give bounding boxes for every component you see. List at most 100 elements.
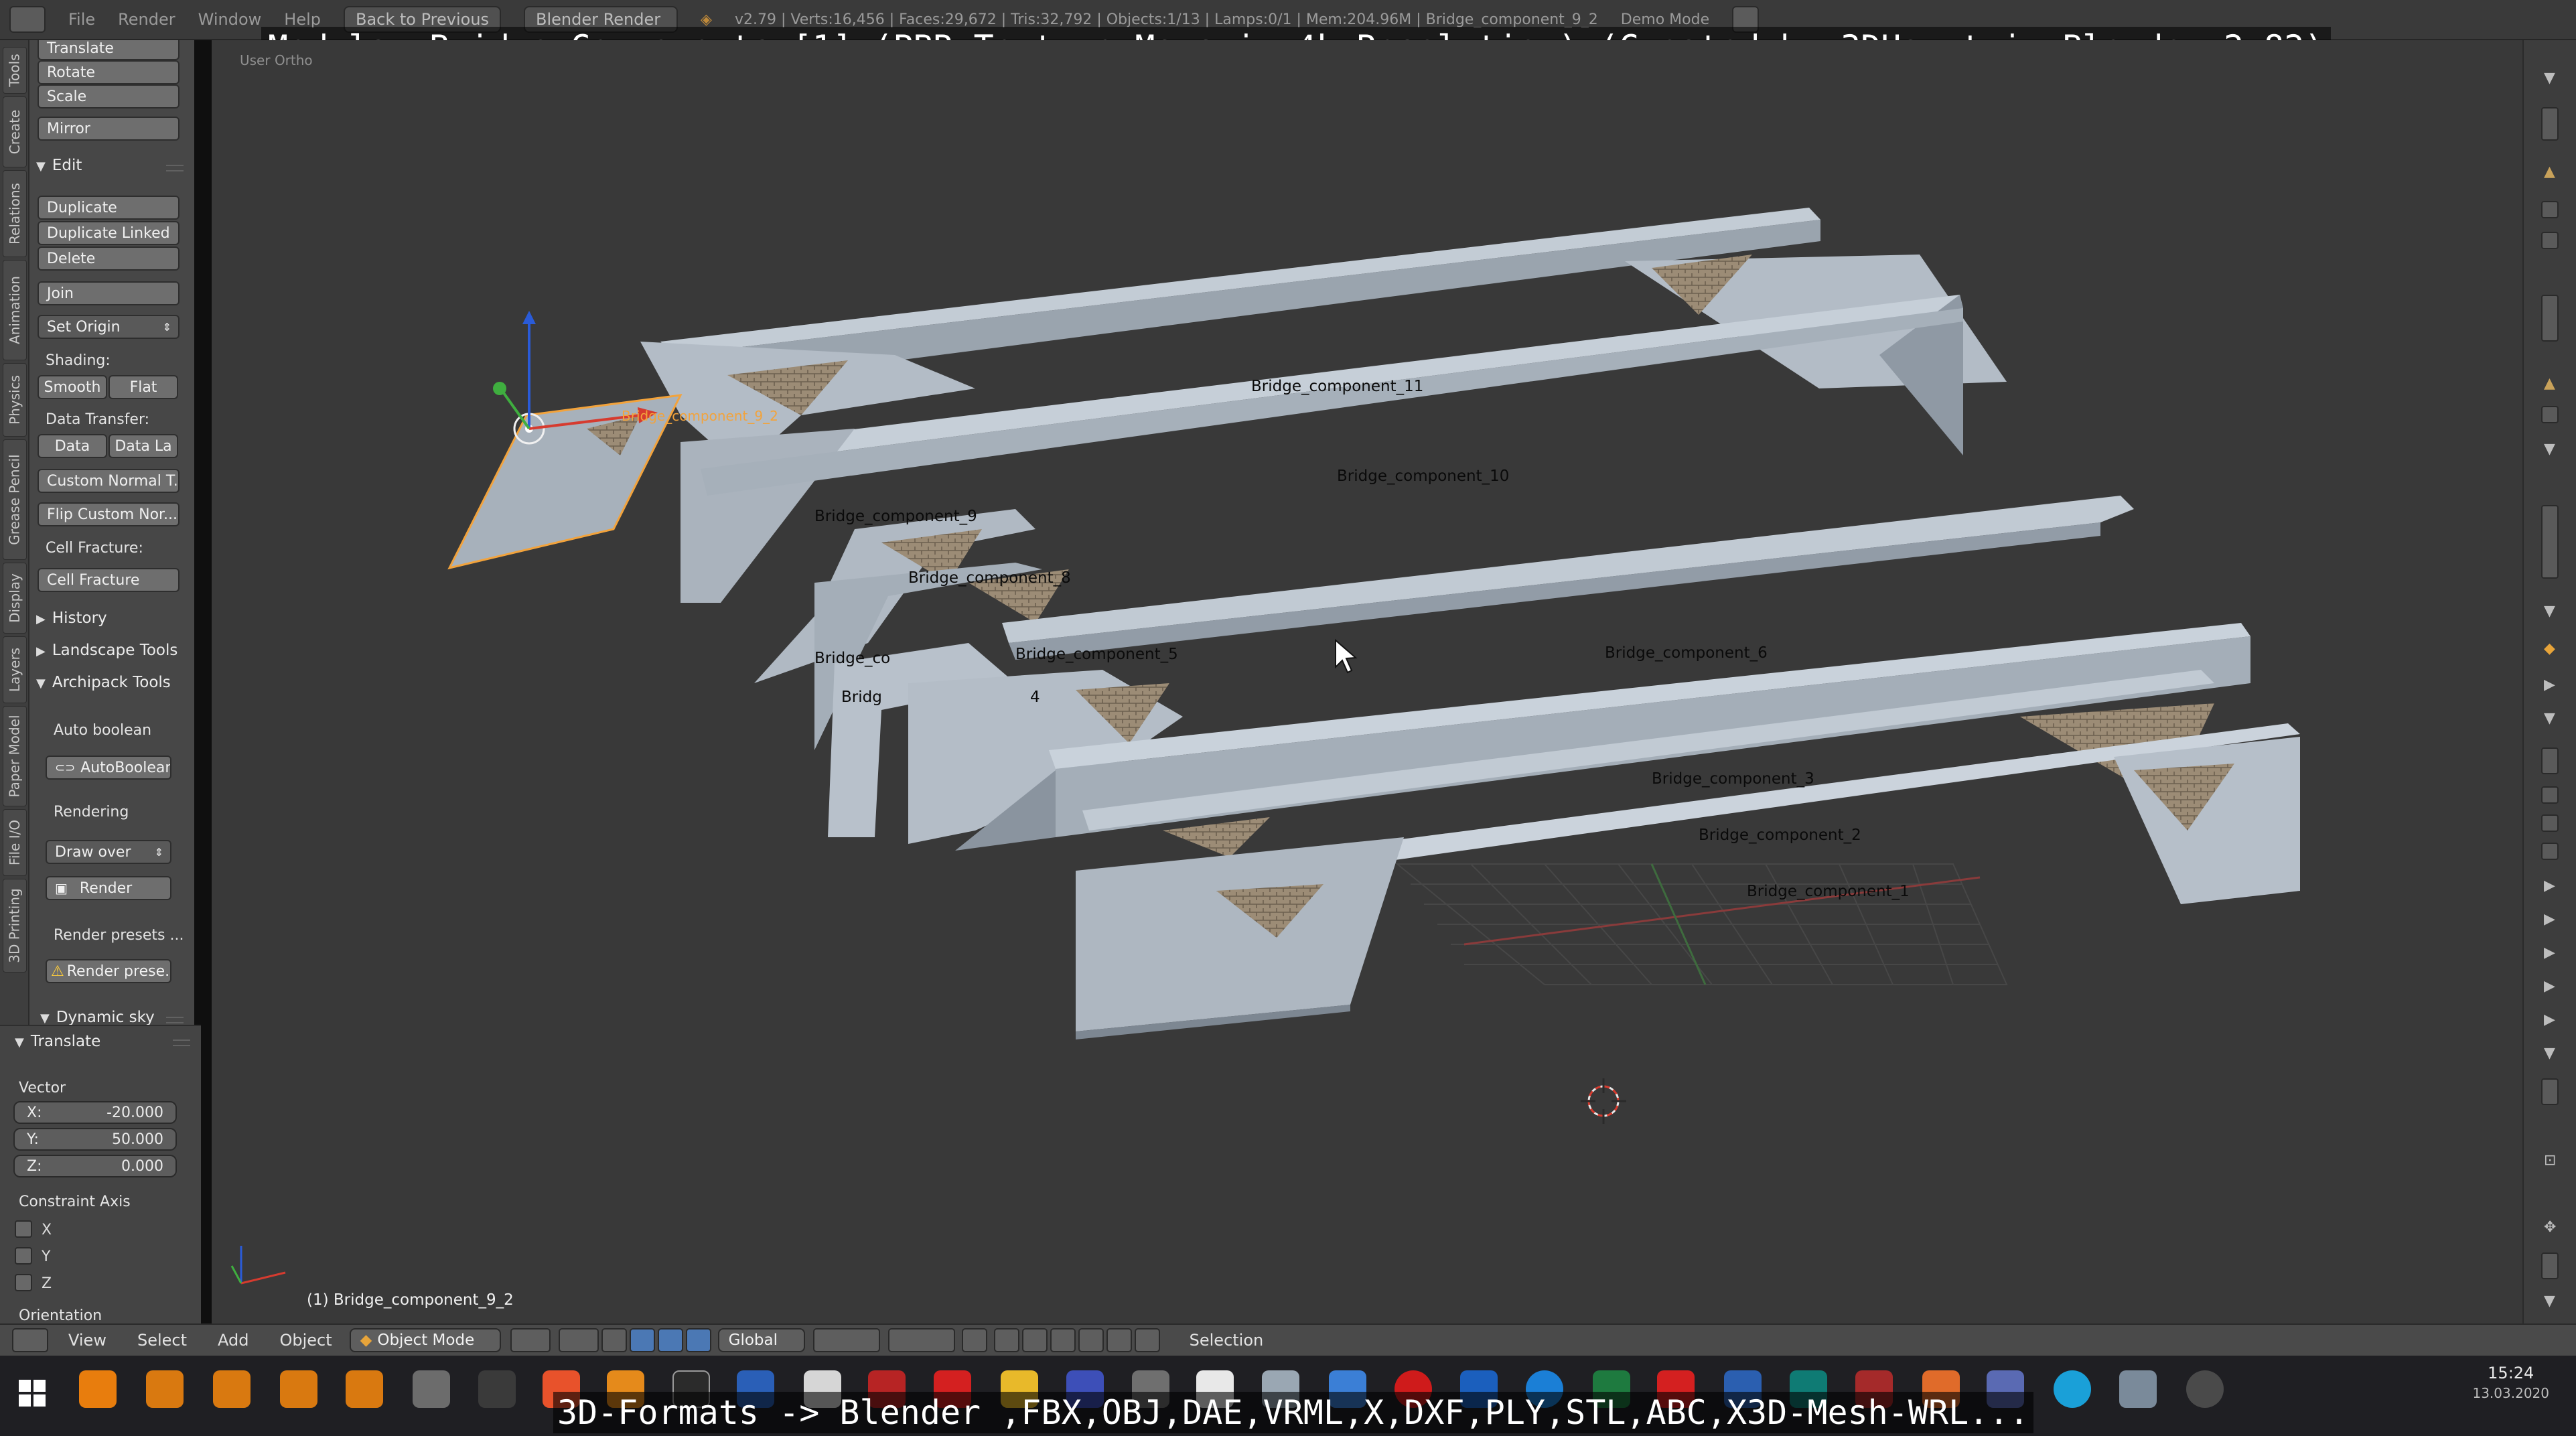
editor-type-icon[interactable] [9,6,46,33]
app-icon[interactable] [2119,1370,2157,1408]
tab-relations[interactable]: Relations [3,170,27,257]
region-slider[interactable] [2541,1252,2559,1279]
tab-create[interactable]: Create [3,96,27,167]
tab-display[interactable]: Display [3,563,27,634]
pivot-point-select[interactable] [558,1328,599,1352]
transform-orientation-select[interactable]: Global [717,1328,805,1352]
blender-app-icon[interactable] [146,1370,184,1408]
menu-select[interactable]: Select [137,1331,187,1350]
navigation-icon[interactable]: ✥ [2544,1219,2556,1236]
play-arrow-icon[interactable]: ▶ [2544,978,2555,995]
play-arrow-icon[interactable]: ▶ [2544,944,2555,961]
play-arrow-icon[interactable]: ▶ [2544,911,2555,928]
app-icon[interactable] [478,1370,516,1408]
manipulator-toggle[interactable] [601,1328,627,1352]
toggle-box[interactable] [2541,814,2559,832]
skype-app-icon[interactable] [2054,1370,2091,1408]
scale-manipulator-icon[interactable] [685,1328,711,1352]
play-arrow-icon[interactable]: ▶ [2544,676,2555,693]
operator-panel-header[interactable]: ▼ Translate [15,1033,100,1050]
collapse-arrow-icon[interactable]: ▼ [2544,70,2555,86]
render-presets-button[interactable]: ⚠ Render prese... [46,959,171,983]
constraint-z-checkbox[interactable] [15,1274,32,1291]
system-clock[interactable]: 15:24 13.03.2020 [2472,1364,2549,1401]
menu-window[interactable]: Window [198,10,262,29]
panel-grip[interactable] [166,1017,184,1023]
object-icon[interactable]: ▲ [2544,163,2555,180]
proportional-edit-icon[interactable] [993,1328,1019,1352]
history-panel-header[interactable]: ▶ History [36,609,107,627]
archipack-tools-panel-header[interactable]: ▼ Archipack Tools [36,674,171,691]
panel-grip[interactable] [166,165,184,171]
bridge-component-1[interactable] [1076,837,1404,1039]
mode-select[interactable]: ◆ Object Mode [349,1328,501,1352]
unity-app-icon[interactable] [413,1370,450,1408]
object-icon[interactable]: ◆ [2544,640,2555,657]
viewport-scene[interactable]: Bridge_component_11 Bridge_component_10 Br… [212,40,2522,1323]
rotate-button[interactable]: Rotate [38,60,180,84]
layers-grid[interactable] [887,1328,955,1352]
tab-animation[interactable]: Animation [3,260,27,360]
blender-app-icon[interactable] [346,1370,383,1408]
toggle-box[interactable] [2541,232,2559,249]
vector-y-field[interactable]: Y: 50.000 [13,1128,177,1151]
landscape-tools-panel-header[interactable]: ▶ Landscape Tools [36,642,177,659]
menu-file[interactable]: File [68,10,95,29]
data-layers-button[interactable]: Data La [109,434,178,458]
properties-icon[interactable]: ⊡ [2544,1152,2556,1169]
data-button[interactable]: Data [38,434,107,458]
toggle-box[interactable] [2541,201,2559,218]
region-slider[interactable] [2541,107,2559,141]
vector-x-field[interactable]: X: -20.000 [13,1101,177,1124]
panel-grip[interactable] [173,1039,190,1046]
toggle-box[interactable] [2541,843,2559,860]
cell-fracture-button[interactable]: Cell Fracture [38,568,180,592]
flat-button[interactable]: Flat [109,375,178,399]
tab-file-io[interactable]: File I/O [3,809,27,876]
smooth-button[interactable]: Smooth [38,375,107,399]
custom-normal-button[interactable]: Custom Normal T... [38,469,180,493]
edit-panel-header[interactable]: ▼ Edit [36,157,82,174]
bridge-component-10-beam[interactable] [1002,496,2134,660]
3d-cursor-icon[interactable] [1581,1078,1626,1124]
join-button[interactable]: Join [38,281,180,305]
blender-app-icon[interactable] [79,1370,117,1408]
menu-object[interactable]: Object [279,1331,332,1350]
opengl-animation-icon[interactable] [1134,1328,1160,1352]
expand-arrow-icon[interactable]: ▼ [2544,1293,2555,1309]
constraint-y-checkbox[interactable] [15,1247,32,1265]
layers-grid[interactable] [812,1328,880,1352]
region-slider[interactable] [2541,295,2559,342]
blender-app-icon[interactable] [280,1370,317,1408]
translate-manipulator-icon[interactable] [629,1328,655,1352]
snap-target-icon[interactable] [1050,1328,1076,1352]
duplicate-button[interactable]: Duplicate [38,196,180,220]
windows-start-icon[interactable] [19,1380,46,1407]
tab-physics[interactable]: Physics [3,363,27,437]
autoboolean-button[interactable]: ⊂⊃ AutoBoolean [46,756,171,780]
lock-layers-icon[interactable] [961,1328,987,1352]
menu-render[interactable]: Render [118,10,175,29]
editor-type-icon[interactable] [12,1328,48,1352]
toggle-box[interactable] [2541,786,2559,804]
constraint-x-checkbox[interactable] [15,1220,32,1238]
menu-add[interactable]: Add [218,1331,248,1350]
translate-button[interactable]: Translate [38,40,180,60]
set-origin-select[interactable]: Set Origin ⇕ [38,315,180,339]
expand-arrow-icon[interactable]: ▼ [2544,1045,2555,1062]
viewport-shading-select[interactable] [510,1328,551,1352]
toggle-box[interactable] [2541,406,2559,423]
tab-grease-pencil[interactable]: Grease Pencil [3,439,27,560]
dynamic-sky-panel-header[interactable]: ▼ Dynamic sky [40,1009,155,1026]
menu-help[interactable]: Help [284,10,321,29]
scale-button[interactable]: Scale [38,84,180,109]
menu-view[interactable]: View [68,1331,106,1350]
flip-custom-normals-button[interactable]: Flip Custom Nor... [38,502,180,526]
tab-layers[interactable]: Layers [3,636,27,703]
vector-z-field[interactable]: Z: 0.000 [13,1155,177,1177]
app-icon[interactable] [2186,1370,2224,1408]
mirror-button[interactable]: Mirror [38,117,180,141]
region-slider[interactable] [2541,1078,2559,1105]
region-slider[interactable] [2541,505,2559,579]
expand-arrow-icon[interactable]: ▼ [2544,603,2555,620]
